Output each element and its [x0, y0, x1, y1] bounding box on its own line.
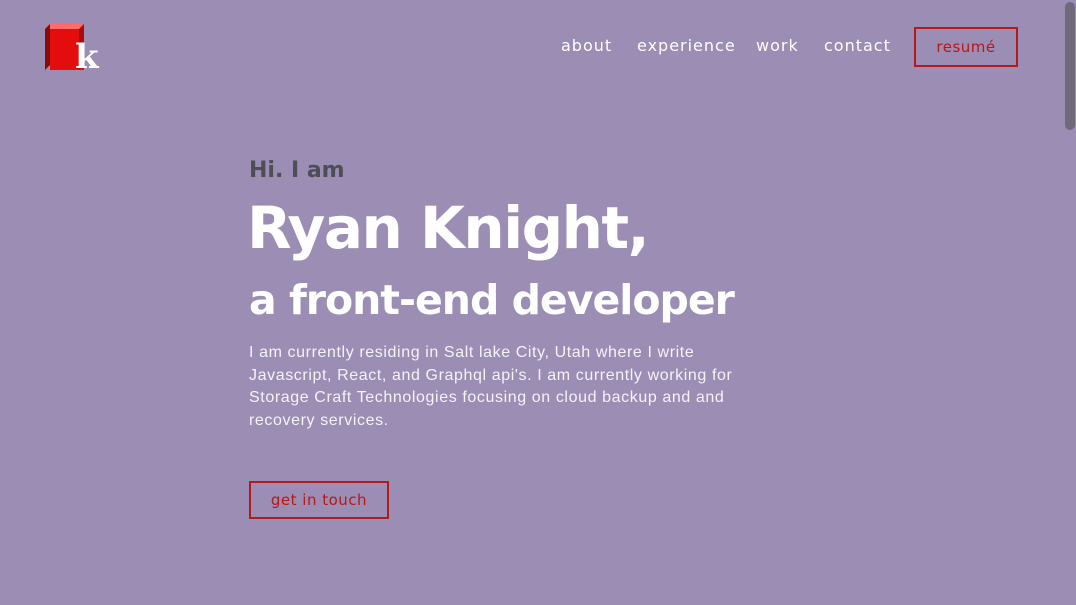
nav-experience-link[interactable]: experience: [637, 34, 736, 58]
nav-work-link[interactable]: work: [756, 34, 799, 58]
scrollbar-thumb[interactable]: [1065, 2, 1075, 130]
nav-contact-link[interactable]: contact: [824, 34, 891, 58]
bio-line: Javascript, React, and Graphql api's. I …: [249, 366, 733, 384]
get-in-touch-button[interactable]: get in touch: [249, 481, 389, 519]
resume-button[interactable]: resumé: [914, 27, 1018, 67]
hero-name: Ryan Knight,: [247, 194, 650, 262]
nav-about-link[interactable]: about: [561, 34, 612, 58]
page-scrollbar[interactable]: [1063, 0, 1076, 605]
bio-line: I am currently residing in Salt lake Cit…: [249, 344, 695, 361]
bio-line: recovery services.: [249, 411, 389, 429]
greeting-text: Hi. I am: [249, 158, 345, 183]
bio-paragraph: I am currently residing in Salt lake Cit…: [249, 342, 789, 432]
hero-role: a front-end developer: [249, 276, 735, 324]
bio-line: Storage Craft Technologies focusing on c…: [249, 389, 725, 406]
